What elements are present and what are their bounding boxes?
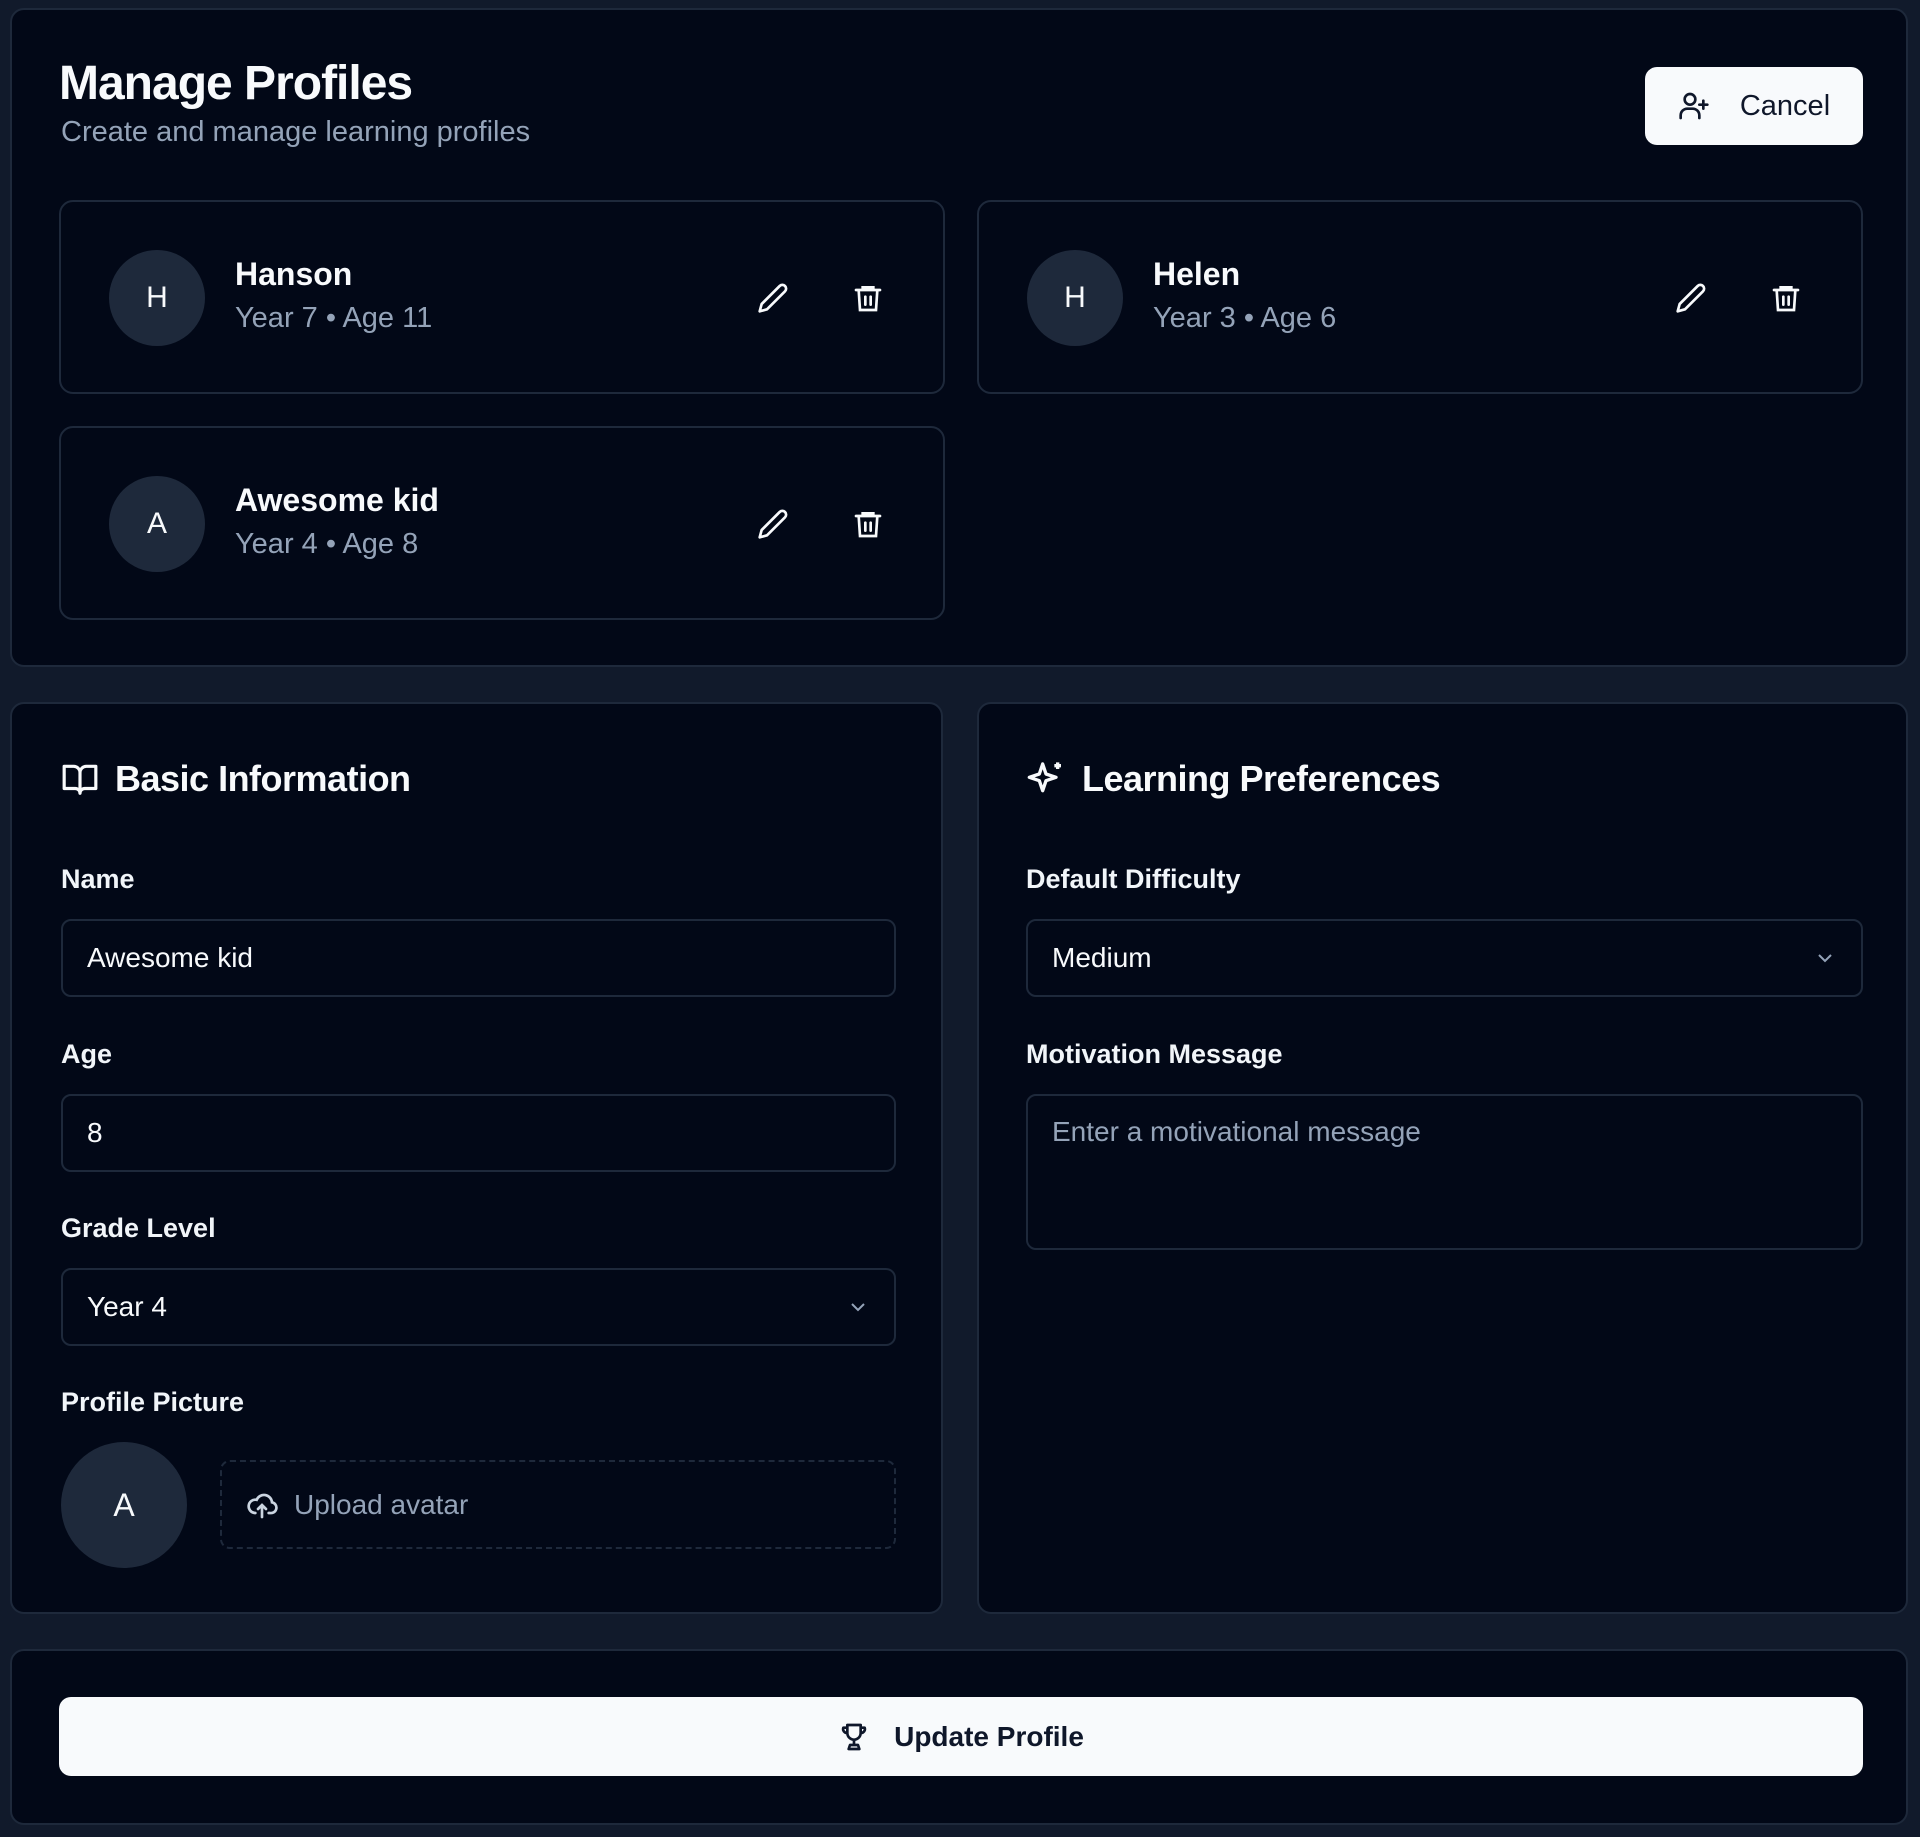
motivation-message-label: Motivation Message — [1026, 1039, 1283, 1069]
cancel-button[interactable]: Cancel — [1645, 67, 1863, 145]
footer-panel: Update Profile — [10, 1649, 1908, 1825]
chevron-down-icon — [851, 1303, 865, 1312]
profile-meta: Year 7 • Age 11 — [235, 302, 433, 334]
upload-label: Upload avatar — [294, 1488, 469, 1520]
delete-button[interactable] — [1764, 276, 1808, 320]
default-difficulty-label: Default Difficulty — [1026, 864, 1241, 894]
chevron-down-icon — [1818, 954, 1832, 963]
name-input[interactable]: Awesome kid — [61, 919, 896, 997]
profile-meta: Year 3 • Age 6 — [1153, 302, 1337, 334]
page-subtitle: Create and manage learning profiles — [61, 116, 531, 148]
profile-name: Hanson — [235, 256, 353, 292]
difficulty-value: Medium — [1052, 942, 1152, 973]
trash-icon — [854, 512, 882, 538]
pencil-icon — [758, 509, 788, 539]
basic-information-heading: Basic Information — [61, 758, 411, 800]
avatar-initial: H — [146, 281, 168, 314]
name-label: Name — [61, 864, 135, 894]
trash-icon — [1772, 286, 1800, 312]
motivation-message-textarea[interactable]: Enter a motivational message — [1026, 1094, 1863, 1250]
book-open-icon — [62, 764, 98, 795]
learning-preferences-heading: Learning Preferences — [1026, 758, 1441, 800]
grade-level-value: Year 4 — [87, 1291, 167, 1322]
update-label: Update Profile — [894, 1720, 1084, 1752]
avatar: H — [109, 250, 205, 346]
motivation-placeholder: Enter a motivational message — [1052, 1116, 1421, 1147]
edit-button[interactable] — [1669, 276, 1713, 320]
grade-level-select[interactable]: Year 4 — [61, 1268, 896, 1346]
avatar-initial: H — [1064, 281, 1086, 314]
avatar: H — [1027, 250, 1123, 346]
upload-avatar-button[interactable]: Upload avatar — [220, 1460, 896, 1549]
user-plus-icon — [1679, 92, 1709, 120]
profile-picture-avatar: A — [61, 1442, 187, 1568]
edit-button[interactable] — [751, 502, 795, 546]
profiles-panel: Manage Profiles Create and manage learni… — [10, 8, 1908, 667]
update-profile-button[interactable]: Update Profile — [59, 1697, 1863, 1776]
age-label: Age — [61, 1039, 113, 1069]
heading-text: Learning Preferences — [1082, 758, 1441, 799]
profile-name: Awesome kid — [235, 482, 439, 518]
avatar: A — [109, 476, 205, 572]
basic-information-panel: Basic Information Name Awesome kid Age 8… — [10, 702, 943, 1614]
name-value: Awesome kid — [87, 942, 254, 973]
age-input[interactable]: 8 — [61, 1094, 896, 1172]
page-title: Manage Profiles — [59, 57, 413, 110]
age-value: 8 — [87, 1117, 103, 1148]
profile-card[interactable]: H Helen Year 3 • Age 6 — [977, 200, 1863, 394]
delete-button[interactable] — [846, 502, 890, 546]
pencil-icon — [758, 283, 788, 313]
trophy-icon — [841, 1723, 867, 1750]
avatar-initial: A — [146, 507, 167, 540]
avatar-initial: A — [113, 1486, 135, 1523]
cancel-label: Cancel — [1739, 89, 1831, 122]
default-difficulty-select[interactable]: Medium — [1026, 919, 1863, 997]
learning-preferences-panel: Learning Preferences Default Difficulty … — [977, 702, 1908, 1614]
edit-button[interactable] — [751, 276, 795, 320]
profile-meta: Year 4 • Age 8 — [235, 528, 419, 560]
delete-button[interactable] — [846, 276, 890, 320]
heading-text: Basic Information — [115, 758, 411, 799]
cloud-upload-icon — [247, 1493, 278, 1518]
sparkles-icon — [1027, 762, 1061, 793]
grade-level-label: Grade Level — [61, 1213, 216, 1243]
profile-card[interactable]: A Awesome kid Year 4 • Age 8 — [59, 426, 945, 620]
profile-picture-label: Profile Picture — [61, 1387, 245, 1417]
pencil-icon — [1676, 283, 1706, 313]
trash-icon — [854, 286, 882, 312]
profile-card[interactable]: H Hanson Year 7 • Age 11 — [59, 200, 945, 394]
profile-name: Helen — [1153, 256, 1241, 292]
